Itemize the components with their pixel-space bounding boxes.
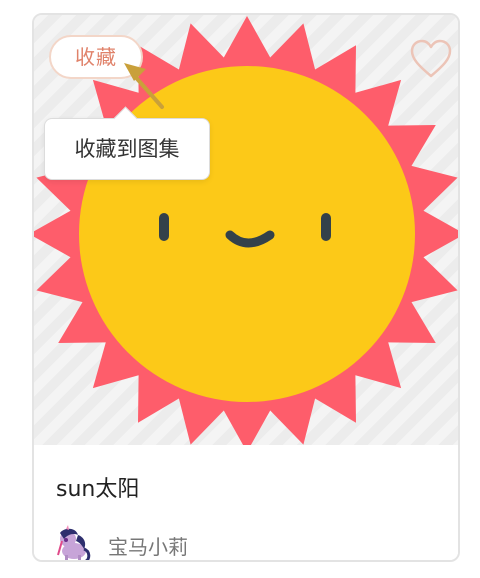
author-link[interactable]: 宝马小莉 xyxy=(54,525,188,560)
favorite-tooltip: 收藏到图集 xyxy=(44,118,210,180)
favorite-button[interactable]: 收藏 xyxy=(49,35,143,79)
left-eye xyxy=(159,213,169,241)
right-eye xyxy=(321,213,331,241)
work-info: sun太阳 宝马小莉 xyxy=(34,445,458,560)
work-title[interactable]: sun太阳 xyxy=(56,471,139,503)
work-card[interactable]: 收藏 收藏到图集 sun太阳 宝马小莉 xyxy=(32,13,460,562)
author-name[interactable]: 宝马小莉 xyxy=(108,531,188,560)
sun-illustration xyxy=(34,16,458,445)
heart-icon[interactable] xyxy=(409,39,453,79)
work-thumbnail[interactable]: 收藏 收藏到图集 xyxy=(34,15,458,445)
pony-avatar-icon xyxy=(57,525,91,560)
